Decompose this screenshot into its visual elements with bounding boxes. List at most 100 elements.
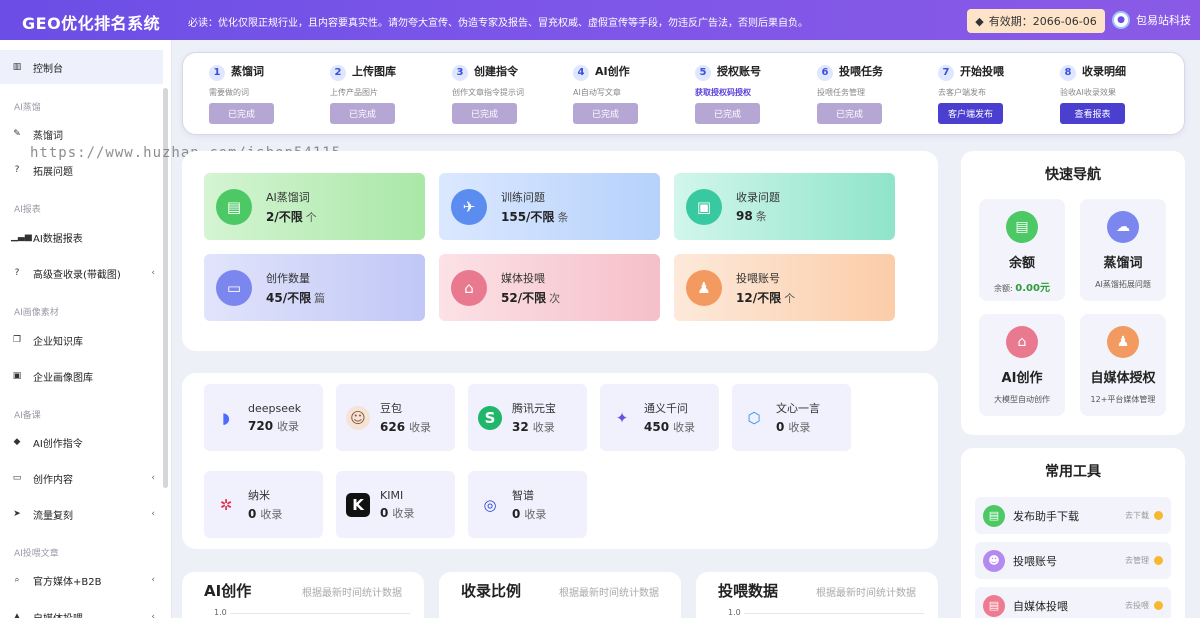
quick-nav-keywords[interactable]: ☁ 蒸馏词 AI蒸馏拓展问题 (1080, 199, 1166, 301)
model-doubao[interactable]: ☺ 豆包 626 收录 (336, 384, 455, 451)
step-subtitle: AI自动写文章 (573, 87, 621, 97)
step-status-button[interactable]: 已完成 (452, 102, 517, 124)
model-qianwen[interactable]: ✦ 通义千问 450 收录 (600, 384, 719, 451)
quick-nav-card-title: 自媒体授权 (1090, 371, 1156, 386)
arrow-dot-icon (1154, 556, 1163, 565)
model-unit: 收录 (532, 421, 555, 434)
model-count: 0 (380, 505, 389, 520)
stat-label: 收录问题 (736, 191, 780, 204)
stat-feed-accounts[interactable]: ♟ 投喂账号 12/不限个 (674, 254, 895, 321)
sidebar-item-advanced-check[interactable]: ? 高级查收录(带截图) ‹ (0, 256, 163, 290)
chart-bar-icon: ▥ (12, 62, 22, 72)
quick-nav-balance[interactable]: ▤ 余额 余额: 0.00元 (979, 199, 1065, 301)
step-status-button[interactable]: 已完成 (330, 102, 395, 124)
sidebar-item-dashboard[interactable]: ▥ 控制台 (0, 50, 163, 84)
model-name: 文心一言 (776, 402, 820, 415)
stat-unit: 个 (305, 210, 317, 224)
sidebar-item-content[interactable]: ▭ 创作内容 ‹ (0, 461, 163, 495)
model-kimi[interactable]: K KIMI 0 收录 (336, 471, 455, 538)
user-menu[interactable]: ● 包易站科技 (1112, 11, 1191, 29)
model-yuanbao[interactable]: S 腾讯元宝 32 收录 (468, 384, 587, 451)
top-bar: GEO优化排名系统 必读：优化仅限正规行业，且内容要真实性。请勿夸大宣传、伪造专… (0, 0, 1200, 40)
sidebar-item-report[interactable]: ▁▃▅ AI数据报表 (0, 220, 163, 254)
crown-icon: ◆ (975, 14, 984, 28)
chart-title: AI创作 (204, 582, 252, 600)
question-icon: ? (14, 165, 20, 175)
workflow-steps: 1 蒸馏词 需要做的词 已完成 2 上传图库 上传产品图片 已完成 3 创建指令 创作… (182, 52, 1185, 135)
sidebar-item-knowledge[interactable]: ❐ 企业知识库 (0, 323, 163, 357)
download-icon: ▤ (983, 504, 1005, 527)
model-deepseek[interactable]: ◗ deepseek 720 收录 (204, 384, 323, 451)
sidebar-item-label: 高级查收录(带截图) (33, 269, 121, 281)
question-icon: ? (14, 268, 20, 278)
tool-action[interactable]: 去投喂 (1125, 600, 1149, 611)
step-status-button[interactable]: 已完成 (817, 102, 882, 124)
sidebar-item-label: 创作内容 (33, 474, 73, 486)
tool-action[interactable]: 去下载 (1125, 510, 1149, 521)
step-title: 投喂任务 (839, 65, 883, 78)
tag-icon: ◆ (13, 437, 21, 447)
balance-value: 0.00元 (1015, 283, 1050, 294)
stat-creations[interactable]: ▭ 创作数量 45/不限篇 (204, 254, 425, 321)
stat-media-feed[interactable]: ⌂ 媒体投喂 52/不限次 (439, 254, 660, 321)
stat-value: 52/不限 (501, 290, 547, 305)
stat-unit: 条 (557, 210, 569, 224)
signal-icon: ▁▃▅ (11, 232, 32, 242)
chevron-left-icon: ‹ (151, 575, 155, 585)
step-subtitle: 上传产品图片 (330, 87, 378, 97)
tool-action[interactable]: 去管理 (1125, 555, 1149, 566)
stat-value: 12/不限 (736, 290, 782, 305)
chart-ai-creation: AI创作 根据最新时间统计数据 1.0 (182, 572, 424, 618)
quick-nav-card-sub: 大模型自动创作 (994, 395, 1050, 404)
clipboard-icon: ▤ (216, 188, 252, 225)
model-wenxin[interactable]: ⬡ 文心一言 0 收录 (732, 384, 851, 451)
pin-icon: ✎ (13, 129, 21, 139)
model-count: 32 (512, 420, 529, 434)
stat-keywords[interactable]: ▤ AI蒸馏词 2/不限个 (204, 173, 425, 240)
model-name: 豆包 (380, 402, 402, 415)
authorize-link[interactable]: 获取授权码授权 (695, 87, 805, 98)
step-status-button[interactable]: 已完成 (209, 102, 274, 124)
sidebar-item-label: AI数据报表 (33, 233, 83, 245)
sidebar-item-gallery[interactable]: ▣ 企业画像图库 (0, 359, 163, 393)
user-icon: ☻ (983, 549, 1005, 572)
balance-label: 余额: (994, 284, 1013, 293)
step-status-button[interactable]: 已完成 (695, 102, 760, 124)
model-name: 纳米 (248, 489, 270, 502)
step-status-button[interactable]: 已完成 (573, 102, 638, 124)
quick-nav-ai-creation[interactable]: ⌂ AI创作 大模型自动创作 (979, 314, 1065, 416)
arrow-dot-icon (1154, 601, 1163, 610)
client-publish-button[interactable]: 客户端发布 (938, 102, 1003, 124)
search-icon: ⌕ (14, 575, 20, 585)
expire-badge: ◆ 有效期：2066-06-06 (967, 9, 1105, 33)
stat-label: 训练问题 (501, 190, 545, 204)
tool-download-assistant[interactable]: ▤ 发布助手下载 去下载 (975, 497, 1171, 534)
step-title: 授权账号 (717, 65, 761, 78)
view-report-button[interactable]: 查看报表 (1060, 102, 1125, 124)
sidebar-item-traffic[interactable]: ➤ 流量复刻 ‹ (0, 497, 163, 531)
stat-value: 155/不限 (501, 209, 555, 224)
stat-questions[interactable]: ✈ 训练问题 155/不限条 (439, 173, 660, 240)
tool-feed-accounts[interactable]: ☻ 投喂账号 去管理 (975, 542, 1171, 579)
model-count: 0 (248, 507, 257, 521)
sidebar: ▥ 控制台 AI蒸馏 ✎ 蒸馏词 ? 拓展问题 AI报表 ▁▃▅ AI数据报表 ? 高级查… (0, 40, 172, 618)
zhipu-icon: ◎ (483, 495, 497, 514)
basket-icon: ⌂ (1006, 326, 1038, 358)
model-name: 通义千问 (644, 402, 688, 415)
sidebar-item-official-media[interactable]: ⌕ 官方媒体+B2B ‹ (0, 563, 163, 597)
step-number: 8 (1060, 64, 1076, 81)
stat-unit: 篇 (314, 291, 326, 305)
sidebar-item-prompts[interactable]: ◆ AI创作指令 (0, 425, 163, 459)
model-nami[interactable]: ✲ 纳米 0 收录 (204, 471, 323, 538)
step-number: 2 (330, 64, 346, 81)
quick-nav-media-auth[interactable]: ♟ 自媒体授权 12+平台媒体管理 (1080, 314, 1166, 416)
username: 包易站科技 (1136, 14, 1191, 27)
chart-feed-data: 投喂数据 根据最新时间统计数据 1.0 (696, 572, 938, 618)
step-subtitle: 去客户端发布 (938, 87, 986, 97)
chart-index-ratio: 收录比例 根据最新时间统计数据 (439, 572, 681, 618)
model-zhipu[interactable]: ◎ 智谱 0 收录 (468, 471, 587, 538)
model-name: 智谱 (512, 489, 534, 502)
tool-self-media[interactable]: ▤ 自媒体投喂 去投喂 (975, 587, 1171, 618)
sidebar-item-self-media[interactable]: ▲ 自媒体投喂 ‹ (0, 600, 163, 618)
stat-indexed[interactable]: ▣ 收录问题 98 条 (674, 173, 895, 240)
